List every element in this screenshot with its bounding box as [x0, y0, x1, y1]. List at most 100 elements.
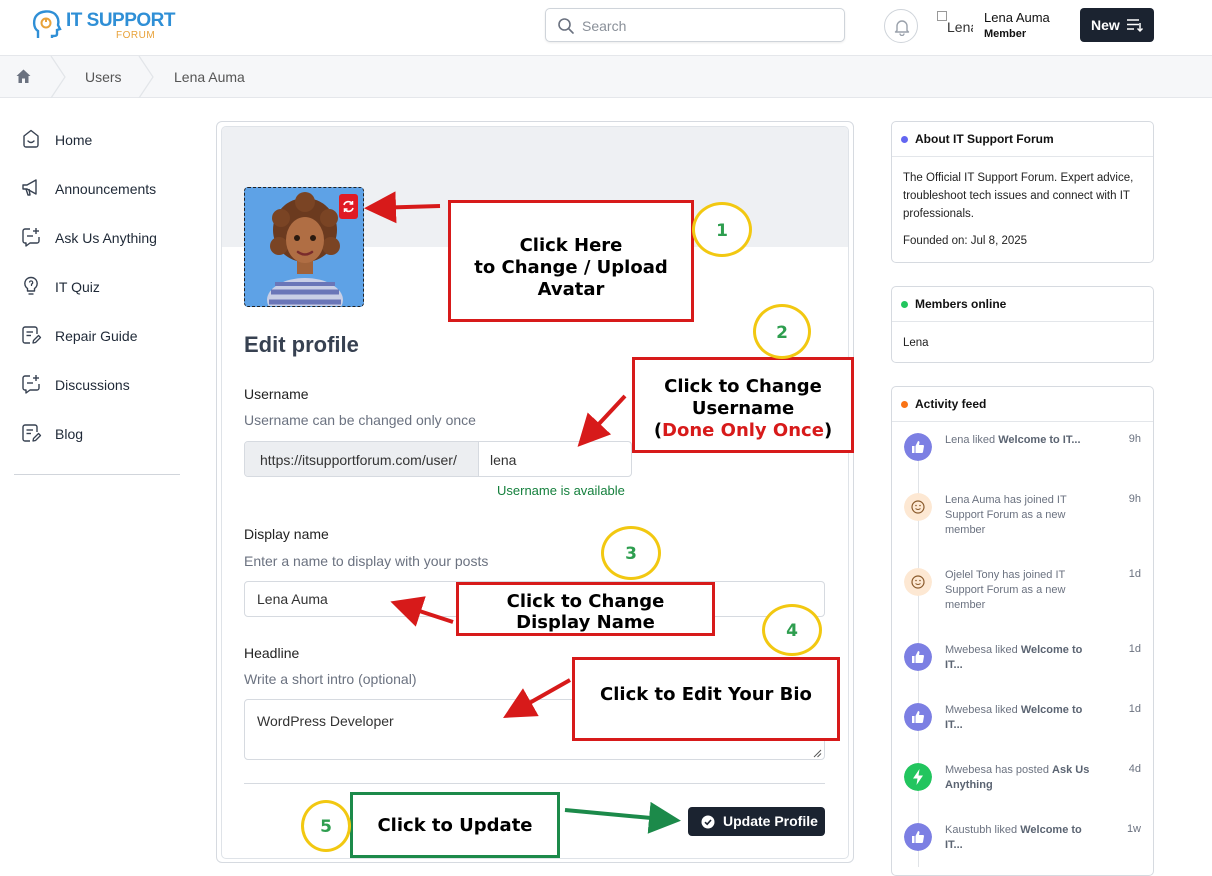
- step-badge-1: 1: [692, 202, 752, 257]
- sidebar-item-it-quiz[interactable]: IT Quiz: [14, 265, 180, 314]
- annotation-text: Avatar: [537, 279, 605, 300]
- feed-time: 1d: [1128, 643, 1141, 655]
- annotation-update: Click to Update: [350, 792, 560, 858]
- chat-plus-icon: [22, 228, 40, 247]
- feed-text: Mwebesa liked Welcome to IT...: [945, 644, 1083, 671]
- sidebar-item-repair-guide[interactable]: Repair Guide: [14, 314, 180, 363]
- search-input[interactable]: [582, 15, 832, 37]
- username-input[interactable]: [490, 450, 620, 470]
- annotation-text: Click to Change: [506, 591, 665, 612]
- status-dot: [901, 401, 908, 408]
- annotation-text: to Change / Upload: [474, 257, 668, 278]
- change-avatar-button[interactable]: [339, 194, 358, 219]
- sidebar-item-label: Home: [55, 132, 93, 148]
- page-title: Edit profile: [244, 332, 359, 357]
- about-widget-title: About IT Support Forum: [915, 132, 1054, 146]
- thumbs-up-icon: [904, 823, 932, 851]
- user-avatar[interactable]: Lena: [937, 9, 973, 45]
- annotation-text: Display Name: [516, 612, 655, 633]
- about-founded: Founded on: Jul 8, 2025: [903, 235, 1028, 247]
- feed-text: Mwebesa has posted Ask Us Anything: [945, 764, 1090, 791]
- activity-widget-header: Activity feed: [892, 387, 1153, 422]
- sidebar-item-discussions[interactable]: Discussions: [14, 363, 180, 412]
- avatar-alt-text: Lena: [947, 19, 973, 35]
- feed-text: Lena liked Welcome to IT...: [945, 434, 1081, 446]
- sidebar-item-home[interactable]: Home: [14, 118, 180, 167]
- headline-label: Headline: [244, 645, 300, 661]
- annotation-text: Click to Change: [664, 376, 822, 397]
- feed-time: 4d: [1128, 763, 1141, 775]
- step-badge-2: 2: [753, 304, 811, 359]
- note-edit-icon: [22, 326, 42, 344]
- annotation-display-name: Click to Change Display Name: [456, 582, 715, 636]
- feed-time: 9h: [1128, 433, 1141, 445]
- sidebar-item-ask-us-anything[interactable]: Ask Us Anything: [14, 216, 180, 265]
- username-field: https://itsupportforum.com/user/: [244, 441, 632, 477]
- feed-time: 1d: [1128, 703, 1141, 715]
- sidebar-nav: Home Announcements Ask Us Anything IT Qu…: [14, 118, 180, 461]
- chat-plus-icon: [22, 375, 40, 394]
- bell-icon: [894, 20, 910, 36]
- logo-subtext: FORUM: [116, 30, 156, 41]
- smile-icon: [904, 568, 932, 596]
- activity-widget-title: Activity feed: [915, 397, 987, 411]
- status-dot: [901, 301, 908, 308]
- note-edit-icon: [22, 424, 42, 442]
- user-name[interactable]: Lena Auma: [984, 10, 1050, 25]
- search-box[interactable]: [545, 8, 845, 42]
- update-profile-label: Update Profile: [723, 813, 818, 829]
- breadcrumb-separator: [138, 56, 154, 98]
- logo-head-icon: [32, 10, 62, 38]
- members-online-widget: Members online Lena: [891, 286, 1154, 363]
- sidebar-item-blog[interactable]: Blog: [14, 412, 180, 461]
- new-button[interactable]: New: [1080, 8, 1154, 42]
- megaphone-icon: [22, 179, 37, 196]
- annotation-text: Click to Update: [377, 815, 533, 836]
- site-logo[interactable]: IT SUPPORT FORUM: [30, 8, 176, 42]
- top-bar: IT SUPPORT FORUM Lena Lena Auma Member N…: [0, 0, 1212, 56]
- members-widget-header: Members online: [892, 287, 1153, 322]
- broken-image-icon: [937, 11, 947, 21]
- breadcrumb-separator: [50, 56, 66, 98]
- sidebar-item-label: Discussions: [55, 377, 130, 393]
- search-icon: [558, 18, 574, 34]
- feed-text: Kaustubh liked Welcome to IT...: [945, 824, 1082, 851]
- display-name-label: Display name: [244, 526, 329, 542]
- sidebar-divider: [14, 474, 180, 475]
- annotation-text: (Done Only Once): [653, 420, 833, 441]
- headline-help: Write a short intro (optional): [244, 671, 417, 687]
- feed-time: 1d: [1128, 568, 1141, 580]
- username-label: Username: [244, 386, 309, 402]
- feed-text: Mwebesa liked Welcome to IT...: [945, 704, 1083, 731]
- about-description: The Official IT Support Forum. Expert ad…: [903, 172, 1134, 220]
- activity-feed-widget: Activity feed Lena liked Welcome to IT..…: [891, 386, 1154, 876]
- breadcrumb-current: Lena Auma: [174, 69, 245, 85]
- display-name-help: Enter a name to display with your posts: [244, 553, 489, 569]
- step-badge-4: 4: [762, 604, 822, 656]
- logo-text: IT SUPPORT: [66, 10, 176, 31]
- thumbs-up-icon: [904, 433, 932, 461]
- annotation-text: Click to Edit Your Bio: [600, 684, 812, 705]
- bolt-icon: [904, 763, 932, 791]
- breadcrumb: Users Lena Auma: [0, 56, 1212, 98]
- list-add-icon: [1127, 19, 1144, 33]
- resize-handle-icon[interactable]: [813, 749, 822, 758]
- smile-icon: [904, 493, 932, 521]
- sidebar-item-label: Announcements: [55, 181, 157, 197]
- thumbs-up-icon: [904, 703, 932, 731]
- annotation-text: Username: [691, 398, 795, 419]
- step-badge-3: 3: [601, 526, 661, 580]
- notifications-button[interactable]: [884, 9, 918, 43]
- home-icon[interactable]: [15, 68, 32, 85]
- sidebar-item-label: IT Quiz: [55, 279, 100, 295]
- member-name[interactable]: Lena: [903, 337, 929, 349]
- annotation-username: Click to Change Username (Done Only Once…: [632, 357, 854, 453]
- feed-text: Ojelel Tony has joined IT Support Forum …: [945, 569, 1066, 611]
- sidebar-item-announcements[interactable]: Announcements: [14, 167, 180, 216]
- update-profile-button[interactable]: Update Profile: [688, 807, 825, 836]
- sidebar-item-label: Repair Guide: [55, 328, 138, 344]
- annotation-bio: Click to Edit Your Bio: [572, 657, 840, 741]
- status-dot: [901, 136, 908, 143]
- about-widget-header: About IT Support Forum: [892, 122, 1153, 157]
- breadcrumb-users[interactable]: Users: [85, 69, 122, 85]
